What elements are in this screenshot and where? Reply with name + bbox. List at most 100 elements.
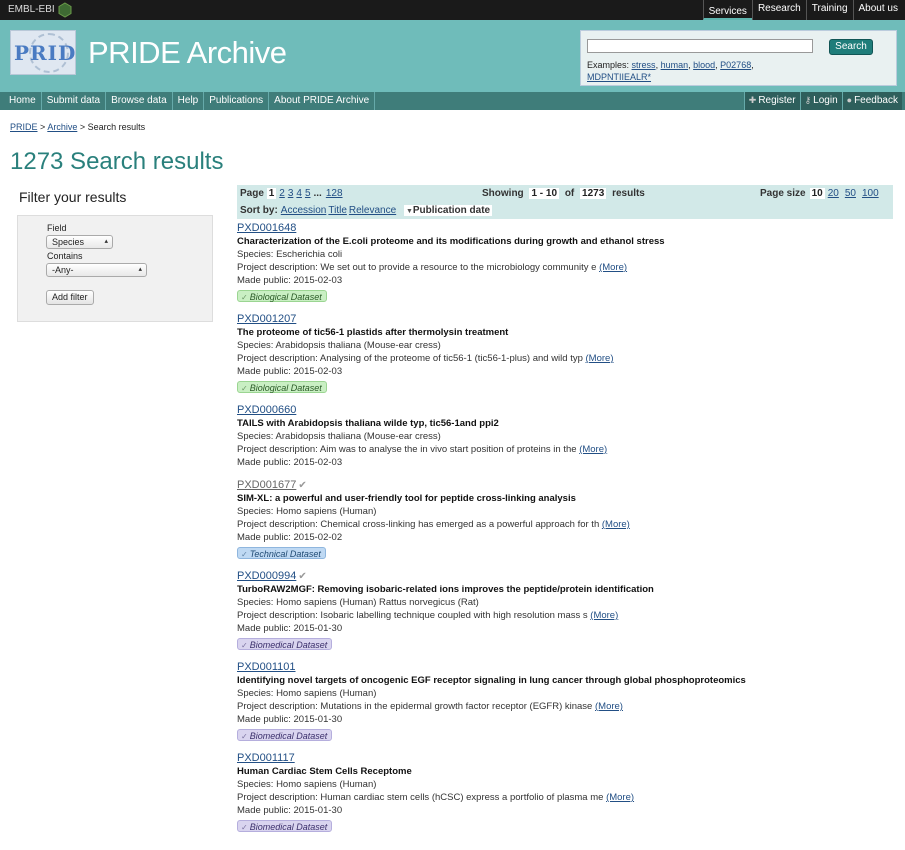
field-select[interactable]: Species ▴ (46, 235, 113, 249)
contains-select[interactable]: -Any- ▴ (46, 263, 147, 277)
page-title: 1273 Search results (10, 148, 224, 175)
page-size-20[interactable]: 20 (828, 188, 839, 199)
top-nav-services[interactable]: Services (702, 0, 752, 20)
nav-help[interactable]: Help (173, 92, 205, 110)
page-link-3[interactable]: 3 (288, 188, 294, 199)
page-link-last[interactable]: 128 (326, 188, 343, 199)
result-made-public: Made public: 2015-01-30 (237, 805, 343, 816)
result-item: PXD001207 The proteome of tic56-1 plasti… (237, 312, 897, 403)
search-panel: Search Examples: stress, human, blood, P… (580, 30, 897, 86)
more-link[interactable]: (More) (599, 262, 627, 273)
embl-ebi-logo[interactable]: EMBL-EBI (8, 4, 55, 15)
embl-ebi-hex-icon (58, 2, 72, 18)
result-item: PXD001648 Characterization of the E.coli… (237, 221, 897, 312)
result-accession[interactable]: PXD001677 (237, 479, 296, 491)
nav-register[interactable]: ✚ Register (743, 92, 800, 110)
sort-title[interactable]: Title (328, 205, 347, 216)
result-item: PXD000994 ✔ TurboRAW2MGF: Removing isobar… (237, 569, 897, 660)
dataset-badge[interactable]: ✓ Technical Dataset (237, 547, 326, 559)
nav-submit-data[interactable]: Submit data (42, 92, 107, 110)
nav-about-pride-archive[interactable]: About PRIDE Archive (269, 92, 376, 110)
embl-ebi-topbar: EMBL-EBI Services Research Training Abou… (0, 0, 905, 20)
contains-label: Contains (47, 251, 83, 261)
pride-logo[interactable]: PRIDE (10, 30, 76, 75)
check-icon: ✓ (241, 732, 248, 741)
search-input[interactable] (587, 39, 813, 53)
result-accession[interactable]: PXD001207 (237, 312, 897, 326)
filter-panel: Field Species ▴ Contains -Any- ▴ Add fil… (17, 215, 213, 322)
nav-home[interactable]: Home (4, 92, 42, 110)
sort-publication-date[interactable]: ▼Publication date (403, 205, 493, 216)
badge-label: Biomedical Dataset (249, 822, 328, 832)
result-description: Project description: Aim was to analyse … (237, 443, 897, 456)
page-size: Page size 10 20 50 100 (760, 188, 882, 199)
dataset-badge[interactable]: ✓ Biological Dataset (237, 290, 327, 302)
result-made-public: Made public: 2015-02-02 (237, 532, 343, 543)
result-species: Species: Homo sapiens (Human) (237, 779, 377, 790)
more-link[interactable]: (More) (595, 701, 623, 712)
sort-accession[interactable]: Accession (281, 205, 327, 216)
result-accession[interactable]: PXD001117 (237, 751, 897, 765)
page-size-50[interactable]: 50 (845, 188, 856, 199)
breadcrumb-archive[interactable]: Archive (47, 122, 77, 132)
nav-publications[interactable]: Publications (204, 92, 270, 110)
more-link[interactable]: (More) (579, 444, 607, 455)
top-nav-about-us[interactable]: About us (852, 0, 903, 20)
page-link-4[interactable]: 4 (296, 188, 302, 199)
dataset-badge[interactable]: ✓ Biomedical Dataset (237, 729, 333, 741)
check-icon: ✓ (241, 293, 248, 302)
nav-login[interactable]: ⚷ Login (799, 92, 842, 110)
site-title[interactable]: PRIDE Archive (88, 35, 287, 71)
result-title: Identifying novel targets of oncogenic E… (237, 675, 746, 686)
top-nav-training[interactable]: Training (805, 0, 853, 20)
more-link[interactable]: (More) (586, 353, 614, 364)
result-species: Species: Arabidopsis thaliana (Mouse-ear… (237, 340, 441, 351)
result-accession[interactable]: PXD001101 (237, 660, 897, 674)
dataset-badge[interactable]: ✓ Biomedical Dataset (237, 820, 333, 832)
result-accession[interactable]: PXD000994 (237, 570, 296, 582)
register-icon: ✚ (748, 95, 757, 105)
add-filter-button[interactable]: Add filter (46, 290, 94, 305)
page-size-100[interactable]: 100 (862, 188, 879, 199)
top-nav: Services Research Training About us (702, 0, 903, 20)
search-button[interactable]: Search (829, 39, 873, 55)
example-link-p02768[interactable]: P02768 (720, 60, 751, 70)
result-made-public: Made public: 2015-01-30 (237, 714, 343, 725)
speech-bubble-icon: ● (846, 95, 853, 105)
example-link-human[interactable]: human (661, 60, 689, 70)
results-header: Page 1 2 3 4 5... 128 Showing 1 - 10 of 1273 … (237, 185, 893, 219)
top-nav-research[interactable]: Research (751, 0, 806, 20)
page-link-2[interactable]: 2 (279, 188, 285, 199)
login-label: Login (813, 95, 838, 106)
breadcrumb-pride[interactable]: PRIDE (10, 122, 38, 132)
nav-feedback[interactable]: ● Feedback (841, 92, 902, 110)
example-link-blood[interactable]: blood (693, 60, 715, 70)
showing-summary: Showing 1 - 10 of 1273 results (482, 188, 645, 199)
description-text: Project description: Aim was to analyse … (237, 444, 577, 455)
result-made-public: Made public: 2015-02-03 (237, 275, 343, 286)
nav-browse-data[interactable]: Browse data (106, 92, 173, 110)
description-text: Project description: Isobaric labelling … (237, 610, 588, 621)
dataset-badge[interactable]: ✓ Biomedical Dataset (237, 638, 333, 650)
sort-label: Sort by: (240, 205, 278, 216)
result-description: Project description: We set out to provi… (237, 261, 897, 274)
result-description: Project description: Mutations in the ep… (237, 700, 897, 713)
more-link[interactable]: (More) (606, 792, 634, 803)
more-link[interactable]: (More) (602, 519, 630, 530)
result-description: Project description: Human cardiac stem … (237, 791, 897, 804)
total-count: 1273 (580, 188, 607, 199)
dataset-badge[interactable]: ✓ Biological Dataset (237, 381, 327, 393)
sort-relevance[interactable]: Relevance (349, 205, 396, 216)
results-label: results (612, 188, 645, 199)
results-list: PXD001648 Characterization of the E.coli… (237, 221, 897, 842)
pagination: Page 1 2 3 4 5... 128 (240, 188, 346, 199)
page-link-5[interactable]: 5 (305, 188, 311, 199)
more-link[interactable]: (More) (590, 610, 618, 621)
page-label: Page (240, 188, 264, 199)
result-species: Species: Escherichia coli (237, 249, 343, 260)
result-accession[interactable]: PXD001648 (237, 221, 897, 235)
result-accession[interactable]: PXD000660 (237, 403, 897, 417)
example-link-stress[interactable]: stress (632, 60, 656, 70)
filter-heading: Filter your results (19, 189, 127, 205)
example-link-mdpntiiealr[interactable]: MDPNTIIEALR* (587, 72, 651, 82)
